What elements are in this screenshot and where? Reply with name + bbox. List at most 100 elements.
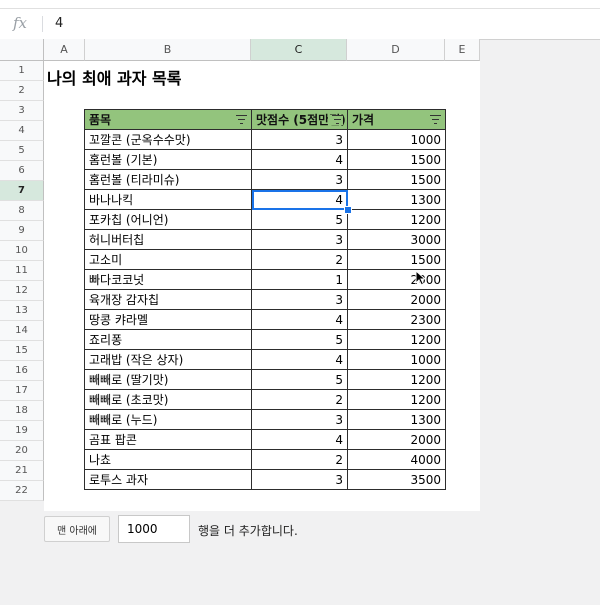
cell-price[interactable]: 1300: [347, 189, 446, 210]
cell-price[interactable]: 1200: [347, 209, 446, 230]
header-price-label: 가격: [352, 113, 375, 127]
row-header[interactable]: 10: [0, 241, 44, 261]
add-rows-suffix: 행을 더 추가합니다.: [198, 524, 298, 538]
add-rows-button[interactable]: 맨 아래에: [44, 516, 110, 542]
column-header-a[interactable]: A: [44, 39, 85, 61]
cell-area[interactable]: 나의 최애 과자 목록 품목 맛점수 (5점만점) 가격 꼬깔콘 (군옥수수맛)…: [44, 61, 480, 511]
cell-price[interactable]: 1000: [347, 129, 446, 150]
row-header[interactable]: 6: [0, 161, 44, 181]
cell-item[interactable]: 빼빼로 (딸기맛): [84, 369, 252, 390]
cell-item[interactable]: 포카칩 (어니언): [84, 209, 252, 230]
row-header[interactable]: 16: [0, 361, 44, 381]
header-score[interactable]: 맛점수 (5점만점): [251, 109, 348, 130]
cell-price[interactable]: 1200: [347, 389, 446, 410]
cell-item[interactable]: 바나나킥: [84, 189, 252, 210]
cell-price[interactable]: 1500: [347, 169, 446, 190]
cell-score[interactable]: 3: [251, 409, 348, 430]
cell-score[interactable]: 5: [251, 209, 348, 230]
cell-score[interactable]: 3: [251, 129, 348, 150]
row-header[interactable]: 2: [0, 81, 44, 101]
column-header-e[interactable]: E: [445, 39, 480, 61]
cell-item[interactable]: 홈런볼 (기본): [84, 149, 252, 170]
row-header[interactable]: 21: [0, 461, 44, 481]
cell-score[interactable]: 3: [251, 229, 348, 250]
row-header[interactable]: 9: [0, 221, 44, 241]
filter-icon[interactable]: [236, 115, 247, 125]
cell-score[interactable]: 2: [251, 449, 348, 470]
cell-price[interactable]: 2000: [347, 429, 446, 450]
cell-score[interactable]: 2: [251, 249, 348, 270]
cell-score[interactable]: 4: [251, 189, 348, 210]
cell-item[interactable]: 곰표 팝콘: [84, 429, 252, 450]
cell-item[interactable]: 죠리퐁: [84, 329, 252, 350]
cell-score[interactable]: 5: [251, 369, 348, 390]
cell-price[interactable]: 3500: [347, 469, 446, 490]
formula-input[interactable]: 4: [55, 16, 63, 31]
add-rows-count-input[interactable]: [118, 515, 190, 543]
row-header[interactable]: 22: [0, 481, 44, 501]
row-header[interactable]: 20: [0, 441, 44, 461]
header-item[interactable]: 품목: [84, 109, 252, 130]
cell-score[interactable]: 3: [251, 289, 348, 310]
cell-price[interactable]: 1500: [347, 249, 446, 270]
selection-fill-handle[interactable]: [343, 205, 352, 214]
row-header[interactable]: 17: [0, 381, 44, 401]
cell-item[interactable]: 땅콩 캬라멜: [84, 309, 252, 330]
cell-item[interactable]: 육개장 감자칩: [84, 289, 252, 310]
cell-score[interactable]: 4: [251, 309, 348, 330]
cell-item[interactable]: 빠다코코넛: [84, 269, 252, 290]
cell-price[interactable]: 2300: [347, 309, 446, 330]
select-all-corner[interactable]: [0, 39, 44, 61]
cell-item[interactable]: 고래밥 (작은 상자): [84, 349, 252, 370]
table-row: 빠다코코넛12000: [84, 269, 446, 290]
cell-item[interactable]: 허니버터칩: [84, 229, 252, 250]
cell-price[interactable]: 1300: [347, 409, 446, 430]
table-row: 꼬깔콘 (군옥수수맛) 3 1000: [84, 129, 446, 150]
cell-item[interactable]: 홈런볼 (티라미슈): [84, 169, 252, 190]
cell-score[interactable]: 4: [251, 149, 348, 170]
cell-item[interactable]: 빼빼로 (초코맛): [84, 389, 252, 410]
row-header[interactable]: 8: [0, 201, 44, 221]
row-header[interactable]: 15: [0, 341, 44, 361]
row-header[interactable]: 3: [0, 101, 44, 121]
row-header[interactable]: 5: [0, 141, 44, 161]
row-header[interactable]: 18: [0, 401, 44, 421]
cell-price[interactable]: 4000: [347, 449, 446, 470]
cell-item[interactable]: 꼬깔콘 (군옥수수맛): [84, 129, 252, 150]
cell-score[interactable]: 4: [251, 349, 348, 370]
cell-item[interactable]: 나쵸: [84, 449, 252, 470]
cell-price[interactable]: 1200: [347, 329, 446, 350]
row-header[interactable]: 4: [0, 121, 44, 141]
column-header-c[interactable]: C: [251, 39, 347, 61]
cell-score[interactable]: 3: [251, 169, 348, 190]
row-header[interactable]: 13: [0, 301, 44, 321]
filter-icon[interactable]: [430, 115, 441, 125]
cell-price[interactable]: 1000: [347, 349, 446, 370]
toolbar-fragment: ▔: [80, 0, 90, 8]
table-row: 나쵸 2 4000: [84, 449, 446, 470]
cell-item[interactable]: 로투스 과자: [84, 469, 252, 490]
cell-price[interactable]: 2000: [347, 269, 446, 290]
cell-price[interactable]: 1200: [347, 369, 446, 390]
row-header[interactable]: 11: [0, 261, 44, 281]
cell-item[interactable]: 고소미: [84, 249, 252, 270]
cell-item[interactable]: 빼빼로 (누드): [84, 409, 252, 430]
row-header[interactable]: 7: [0, 181, 44, 201]
table-header-row: 품목 맛점수 (5점만점) 가격: [84, 109, 446, 130]
cell-price[interactable]: 3000: [347, 229, 446, 250]
column-header-d[interactable]: D: [347, 39, 445, 61]
row-header[interactable]: 1: [0, 61, 44, 81]
cell-price[interactable]: 2000: [347, 289, 446, 310]
cell-score[interactable]: 1: [251, 269, 348, 290]
column-header-b[interactable]: B: [85, 39, 251, 61]
header-price[interactable]: 가격: [347, 109, 446, 130]
row-header[interactable]: 14: [0, 321, 44, 341]
row-header[interactable]: 19: [0, 421, 44, 441]
cell-score[interactable]: 5: [251, 329, 348, 350]
cell-score[interactable]: 3: [251, 469, 348, 490]
filter-icon[interactable]: [332, 115, 343, 125]
cell-price[interactable]: 1500: [347, 149, 446, 170]
row-header[interactable]: 12: [0, 281, 44, 301]
cell-score[interactable]: 4: [251, 429, 348, 450]
cell-score[interactable]: 2: [251, 389, 348, 410]
